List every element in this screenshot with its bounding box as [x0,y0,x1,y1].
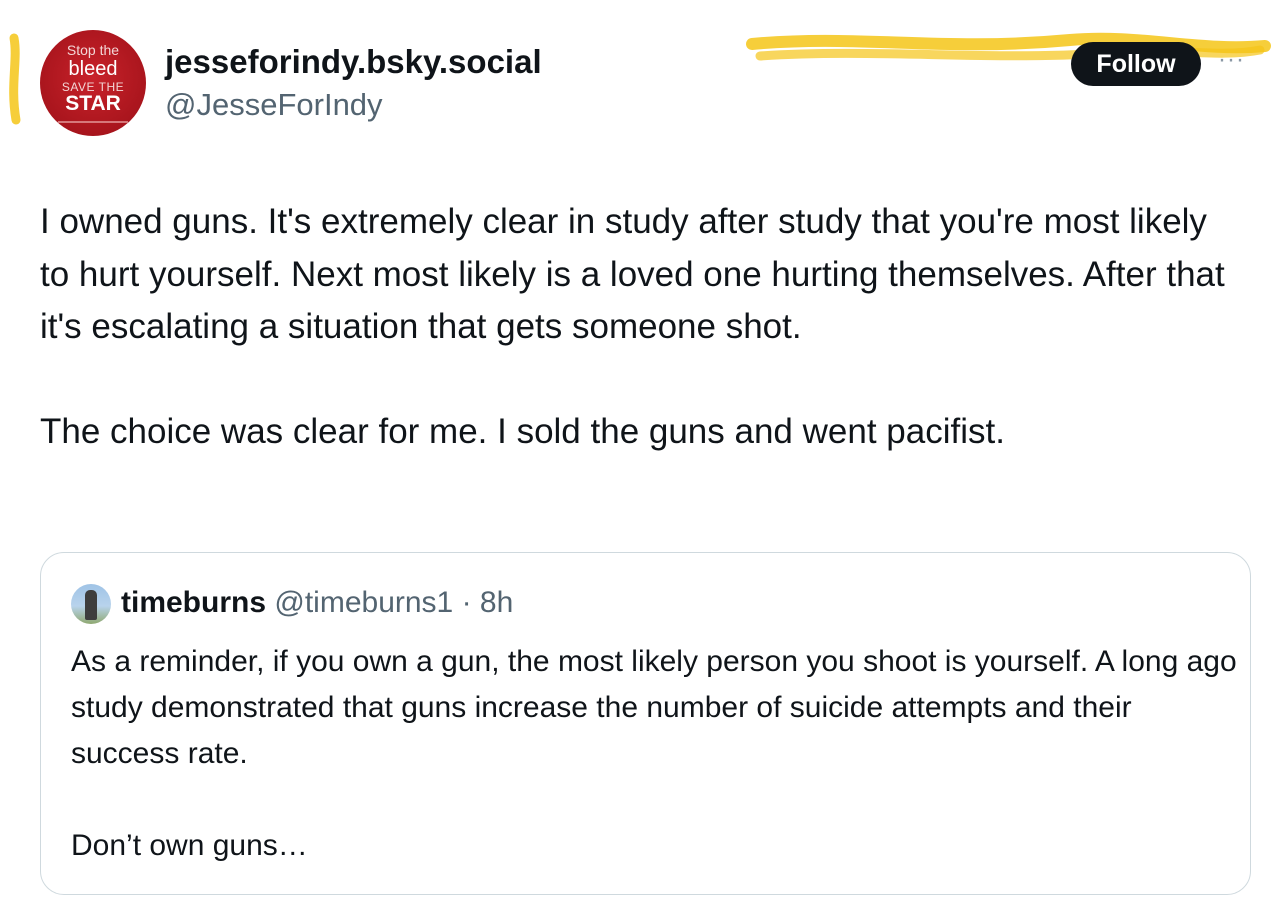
follow-button[interactable]: Follow [1071,42,1201,86]
tweet-screenshot: Stop the bleed SAVE THE STAR jesseforind… [0,0,1279,917]
post-body: I owned guns. It's extremely clear in st… [40,196,1240,458]
meta-separator: · [453,586,480,619]
author-handle[interactable]: @JesseForIndy [165,86,383,124]
quoted-paragraph-2: Don’t own guns… [71,829,308,862]
avatar-text-line2: bleed [68,58,118,80]
avatar-divider [58,121,128,123]
highlighter-mark-left [9,33,21,125]
more-options-icon[interactable]: ··· [1218,48,1252,72]
post-paragraph-2: The choice was clear for me. I sold the … [40,411,1005,451]
quoted-post-header: timeburns @timeburns1 · 8h [121,583,513,623]
quoted-author-avatar [71,584,111,624]
avatar-text-line4: STAR [65,92,121,115]
quoted-author-handle: @timeburns1 [274,586,454,619]
avatar-text-line1: Stop the [66,42,120,58]
avatar-figure-icon [85,590,97,620]
quoted-paragraph-1: As a reminder, if you own a gun, the mos… [71,645,1237,770]
quoted-post-card[interactable]: timeburns @timeburns1 · 8h As a reminder… [40,552,1251,895]
post-paragraph-1: I owned guns. It's extremely clear in st… [40,202,1225,346]
quoted-post-time: 8h [479,586,514,619]
author-avatar[interactable]: Stop the bleed SAVE THE STAR [40,30,146,136]
author-display-name[interactable]: jesseforindy.bsky.social [165,42,542,82]
quoted-post-body: As a reminder, if you own a gun, the mos… [71,639,1241,869]
quoted-author-name: timeburns [121,586,267,619]
